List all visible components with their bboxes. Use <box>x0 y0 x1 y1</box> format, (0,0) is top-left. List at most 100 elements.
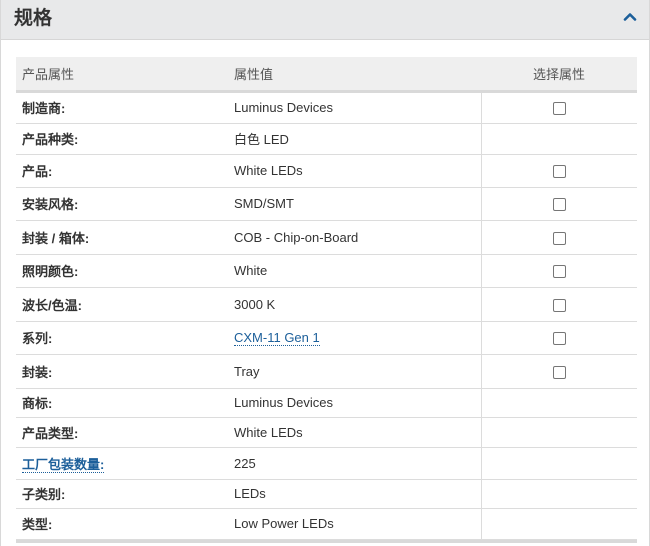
attribute-name-text: 类型: <box>22 517 53 532</box>
attribute-name-text: 系列: <box>22 331 53 346</box>
attribute-select-cell <box>480 220 637 255</box>
attribute-name: 封装: <box>16 354 227 389</box>
attribute-name: 照明颜色: <box>16 254 227 288</box>
select-attribute-checkbox[interactable] <box>552 265 566 279</box>
attribute-name: 子类别: <box>16 479 227 509</box>
attribute-select-cell <box>480 447 637 480</box>
table-row: 封装 / 箱体: COB - Chip-on-Board <box>16 220 637 255</box>
table-row: 子类别: LEDs <box>16 479 637 509</box>
attribute-name-text: 波长/色温: <box>22 297 82 313</box>
attribute-name: 产品: <box>16 154 227 188</box>
spec-table: 产品属性 属性值 选择属性 制造商: Luminus Devices 产品种类: 白色… <box>16 57 637 540</box>
attribute-value: Low Power LEDs <box>227 508 481 540</box>
attribute-name: 系列: <box>16 321 227 355</box>
attribute-name-text: 商标: <box>22 396 53 411</box>
attribute-value: White LEDs <box>227 417 481 448</box>
attribute-select-cell <box>480 354 637 389</box>
attribute-value: Luminus Devices <box>227 388 481 418</box>
table-row: 波长/色温: 3000 K <box>16 287 637 322</box>
attribute-value: 225 <box>227 447 481 480</box>
attribute-value-text: COB - Chip-on-Board <box>234 229 359 245</box>
select-attribute-checkbox[interactable] <box>552 165 566 179</box>
attribute-name-text: 安装风格: <box>22 197 79 212</box>
attribute-name: 封装 / 箱体: <box>16 220 227 255</box>
table-row: 产品类型: White LEDs <box>16 417 637 448</box>
attribute-select-cell <box>480 154 637 188</box>
attribute-name-text: 制造商: <box>22 101 66 116</box>
attribute-name: 工厂包装数量: <box>16 447 227 480</box>
table-row: 安装风格: SMD/SMT <box>16 187 637 221</box>
attribute-value-text: White LEDs <box>234 163 303 178</box>
attribute-select-cell <box>480 287 637 322</box>
attribute-select-cell <box>480 479 637 509</box>
select-attribute-checkbox[interactable] <box>552 332 566 346</box>
attribute-value-text: Luminus Devices <box>234 100 333 115</box>
specifications-panel: 规格 产品属性 属性值 选择属性 制造商: Luminus Devices 产品种类… <box>0 0 650 546</box>
table-bottom-border <box>16 540 637 543</box>
attribute-value: White LEDs <box>227 154 481 188</box>
attribute-select-cell <box>480 508 637 540</box>
panel-title: 规格 <box>14 8 53 29</box>
select-attribute-checkbox[interactable] <box>552 102 566 116</box>
attribute-value: 3000 K <box>227 287 481 322</box>
header-value: 属性值 <box>234 66 274 82</box>
attribute-value-text: SMD/SMT <box>234 196 294 211</box>
attribute-name-text: 产品种类: <box>22 132 79 147</box>
attribute-value-text: White <box>234 263 268 278</box>
attribute-select-cell <box>480 388 637 418</box>
attribute-value-text: 225 <box>234 455 256 471</box>
attribute-value: 白色 LED <box>227 123 481 155</box>
attribute-name-link[interactable]: 工厂包装数量: <box>22 456 105 473</box>
table-row: 封装: Tray <box>16 354 637 389</box>
attribute-name: 波长/色温: <box>16 287 227 322</box>
panel-header[interactable]: 规格 <box>1 0 649 40</box>
spec-table-container: 产品属性 属性值 选择属性 制造商: Luminus Devices 产品种类: 白色… <box>16 57 637 540</box>
header-select: 选择属性 <box>532 66 585 82</box>
table-body: 制造商: Luminus Devices 产品种类: 白色 LED 产品: White L… <box>16 91 637 540</box>
attribute-value: COB - Chip-on-Board <box>227 220 481 255</box>
table-row: 照明颜色: White <box>16 254 637 288</box>
table-row: 类型: Low Power LEDs <box>16 508 637 540</box>
attribute-name-text: 产品类型: <box>22 425 79 441</box>
attribute-name-text: 封装: <box>22 364 53 380</box>
header-attribute: 产品属性 <box>22 66 75 82</box>
table-header-row: 产品属性 属性值 选择属性 <box>16 57 637 91</box>
select-attribute-checkbox[interactable] <box>552 298 566 312</box>
table-row: 制造商: Luminus Devices <box>16 91 637 124</box>
select-attribute-checkbox[interactable] <box>552 231 566 245</box>
attribute-name: 安装风格: <box>16 187 227 221</box>
attribute-name: 产品类型: <box>16 417 227 448</box>
attribute-name: 产品种类: <box>16 123 227 155</box>
table-row: 产品种类: 白色 LED <box>16 123 637 155</box>
table-row: 产品: White LEDs <box>16 154 637 188</box>
attribute-value-text: 白色 LED <box>234 132 289 147</box>
attribute-name: 制造商: <box>16 91 227 124</box>
attribute-value-text: Low Power LEDs <box>234 516 334 531</box>
attribute-name-text: 照明颜色: <box>22 264 79 279</box>
attribute-name: 商标: <box>16 388 227 418</box>
attribute-value: Luminus Devices <box>227 91 481 124</box>
select-attribute-checkbox[interactable] <box>552 365 566 379</box>
attribute-value-text: 3000 K <box>234 296 276 312</box>
select-attribute-checkbox[interactable] <box>552 198 566 212</box>
attribute-select-cell <box>480 91 637 124</box>
attribute-value-text: Tray <box>234 363 260 379</box>
attribute-name: 类型: <box>16 508 227 540</box>
table-row: 系列: CXM-11 Gen 1 <box>16 321 637 355</box>
attribute-name-text: 封装 / 箱体: <box>22 230 90 246</box>
attribute-value: LEDs <box>227 479 481 509</box>
attribute-value: CXM-11 Gen 1 <box>227 321 481 355</box>
chevron-up-icon[interactable] <box>622 9 638 25</box>
attribute-value-text: White LEDs <box>234 424 303 440</box>
table-row: 工厂包装数量: 225 <box>16 447 637 480</box>
attribute-select-cell <box>480 187 637 221</box>
attribute-select-cell <box>480 254 637 288</box>
attribute-name-text: 产品: <box>22 164 53 179</box>
table-row: 商标: Luminus Devices <box>16 388 637 418</box>
attribute-value: SMD/SMT <box>227 187 481 221</box>
attribute-value-text: LEDs <box>234 486 266 501</box>
attribute-value-text: Luminus Devices <box>234 395 333 410</box>
attribute-value: Tray <box>227 354 481 389</box>
attribute-value-link[interactable]: CXM-11 Gen 1 <box>234 330 320 346</box>
attribute-select-cell <box>480 417 637 448</box>
